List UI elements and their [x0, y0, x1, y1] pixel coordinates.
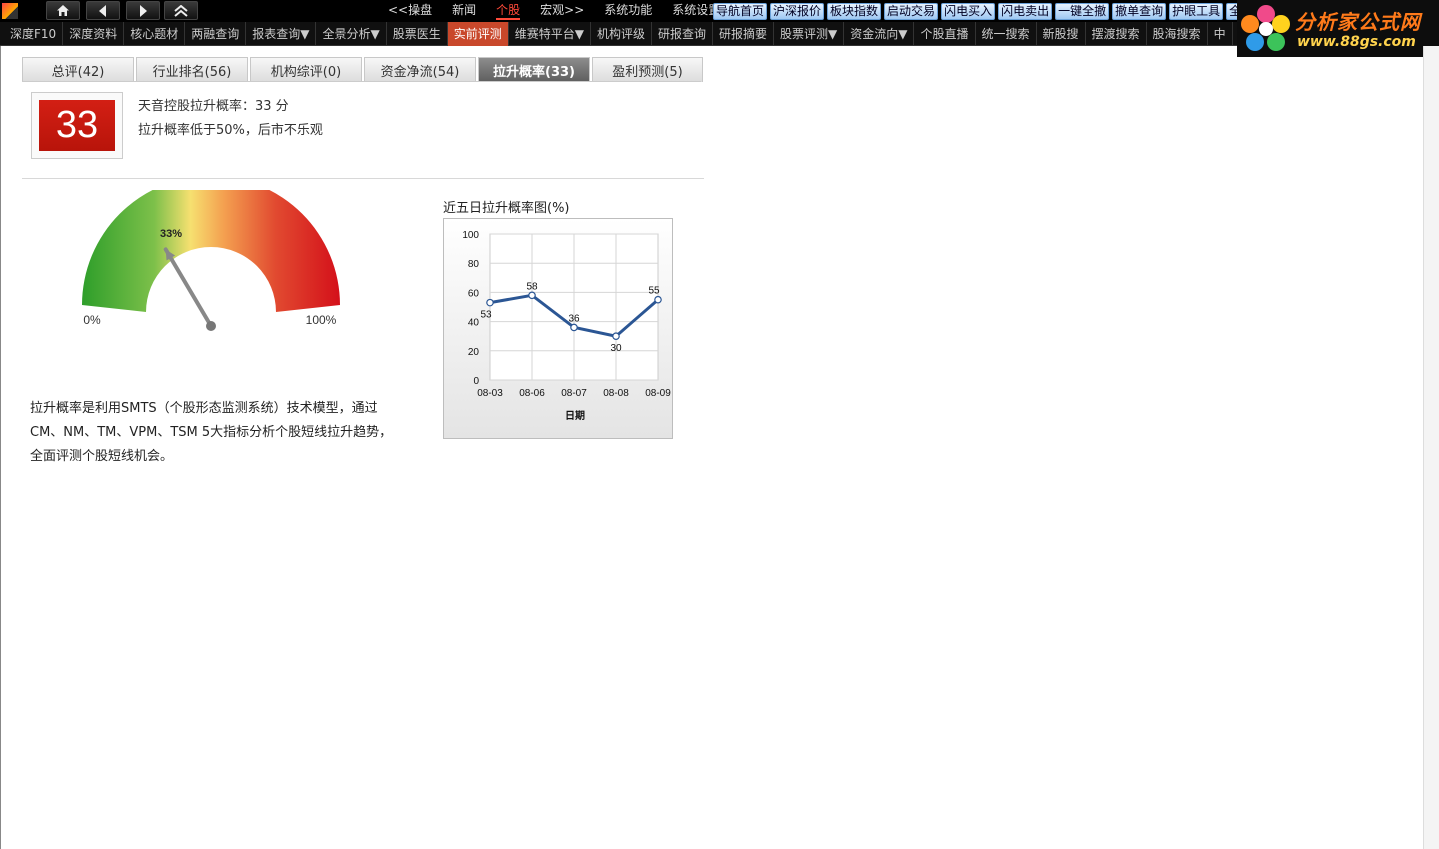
gauge-value-label: 33% [160, 228, 182, 240]
sec-menu-item[interactable]: 全景分析▼ [316, 22, 387, 46]
forward-arrow-icon[interactable] [126, 1, 160, 20]
data-label: 36 [568, 313, 580, 324]
sec-menu-item[interactable]: 研报摘要 [713, 22, 775, 46]
data-point [612, 332, 620, 341]
gauge-min-label: 0% [83, 313, 101, 327]
data-label: 58 [526, 281, 538, 292]
sec-menu-item[interactable]: 研报查询 [652, 22, 713, 46]
tab-overall[interactable]: 总评(42) [22, 57, 134, 82]
flower-logo-icon [1241, 5, 1290, 51]
y-tick-label: 80 [468, 259, 480, 270]
secondary-menu: 深度F10 深度资料 核心题材 两融查询 报表查询▼ 全景分析▼ 股票医生 实前… [4, 22, 1233, 46]
gauge-hub [206, 321, 216, 331]
sec-menu-item[interactable]: 股海搜索 [1147, 22, 1208, 46]
top-menu-item-macro[interactable]: 宏观>> [530, 2, 594, 20]
sec-menu-item[interactable]: 摆渡搜索 [1086, 22, 1147, 46]
x-tick-label: 08-07 [561, 388, 587, 399]
cancel-all-button[interactable]: 一键全撤 [1055, 3, 1110, 20]
order-query-button[interactable]: 撤单查询 [1112, 3, 1167, 20]
data-label: 30 [610, 343, 622, 354]
top-menu-item-news[interactable]: 新闻 [442, 2, 486, 20]
gauge-needle [163, 247, 213, 328]
brand-url: www.88gs.com [1297, 34, 1416, 50]
gauge-max-label: 100% [306, 313, 337, 327]
collapse-up-icon[interactable] [164, 1, 198, 20]
top-menu-item-caopan[interactable]: <<操盘 [378, 2, 442, 20]
score-summary: 天音控股拉升概率：33 分 [138, 99, 289, 114]
x-tick-label: 08-03 [477, 388, 503, 399]
score-verdict: 拉升概率低于50%，后市不乐观 [138, 123, 323, 138]
data-label: 53 [480, 310, 492, 321]
probability-gauge: 33% 0% 100% [82, 190, 340, 331]
sec-menu-item[interactable]: 核心题材 [124, 22, 186, 46]
sec-menu-item[interactable]: 个股直播 [914, 22, 976, 46]
section-divider [22, 178, 704, 179]
top-menu-item-stock[interactable]: 个股 [486, 2, 530, 20]
tab-net-capital-flow[interactable]: 资金净流(54) [364, 57, 476, 82]
sec-menu-item[interactable]: 资金流向▼ [844, 22, 915, 46]
top-menu: <<操盘 新闻 个股 宏观>> 系统功能 系统设置 [378, 2, 730, 20]
sec-menu-item[interactable]: 中 [1208, 22, 1233, 46]
tab-institution-rating[interactable]: 机构综评(0) [250, 57, 362, 82]
score-value: 33 [39, 100, 115, 151]
sec-menu-item[interactable]: 股票评测▼ [774, 22, 845, 46]
brand-name: 分析家公式网 [1295, 10, 1421, 34]
x-tick-label: 08-06 [519, 388, 545, 399]
data-label: 55 [648, 286, 660, 297]
sec-menu-item[interactable]: 机构评级 [591, 22, 652, 46]
score-box: 33 [31, 92, 123, 159]
data-point [528, 291, 536, 300]
y-tick-label: 20 [468, 347, 480, 358]
sec-menu-item[interactable]: 股票医生 [387, 22, 448, 46]
start-trading-button[interactable]: 启动交易 [884, 3, 939, 20]
tab-industry-rank[interactable]: 行业排名(56) [136, 57, 248, 82]
y-tick-label: 40 [468, 318, 480, 329]
left-border [0, 46, 1, 849]
flash-buy-button[interactable]: 闪电买入 [941, 3, 996, 20]
sec-menu-item[interactable]: 深度F10 [4, 22, 64, 46]
y-tick-label: 60 [468, 288, 480, 299]
home-icon[interactable] [46, 1, 80, 20]
flash-sell-button[interactable]: 闪电卖出 [998, 3, 1053, 20]
eye-care-button[interactable]: 护眼工具 [1169, 3, 1224, 20]
sec-menu-item[interactable]: 维赛特平台▼ [509, 22, 591, 46]
tab-underline [22, 81, 701, 82]
sec-menu-item[interactable]: 两融查询 [185, 22, 247, 46]
vertical-scrollbar[interactable] [1423, 46, 1439, 849]
gauge-arc [82, 190, 340, 312]
sector-index-button[interactable]: 板块指数 [827, 3, 882, 20]
y-tick-label: 0 [473, 376, 479, 387]
line-chart-svg: 0 20 40 60 80 100 08-03 08-06 08-07 08-08 08-09 53 5… [462, 230, 671, 422]
sec-menu-item[interactable]: 深度资料 [63, 22, 125, 46]
x-axis-title: 日期 [565, 409, 585, 422]
data-point [486, 298, 494, 307]
sec-menu-item[interactable]: 统一搜索 [976, 22, 1037, 46]
tab-earnings-forecast[interactable]: 盈利预测(5) [592, 57, 703, 82]
top-toolbar: <<操盘 新闻 个股 宏观>> 系统功能 系统设置 导航首页 沪深报价 板块指数… [0, 0, 1439, 22]
five-day-chart: 0 20 40 60 80 100 08-03 08-06 08-07 08-08 08-09 53 5… [443, 218, 673, 439]
data-point [654, 295, 662, 304]
chart-title: 近五日拉升概率图(%) [443, 201, 570, 216]
sec-menu-item-active[interactable]: 实前评测 [447, 22, 509, 46]
data-point [570, 323, 578, 332]
tab-rise-probability[interactable]: 拉升概率(33) [478, 57, 590, 82]
app-logo-icon[interactable] [2, 3, 18, 19]
back-arrow-icon[interactable] [86, 1, 120, 20]
x-tick-label: 08-08 [603, 388, 629, 399]
secondary-toolbar: 深度F10 深度资料 核心题材 两融查询 报表查询▼ 全景分析▼ 股票医生 实前… [0, 22, 1439, 46]
quick-buttons: 导航首页 沪深报价 板块指数 启动交易 闪电买入 闪电卖出 一键全撤 撤单查询 … [713, 3, 1245, 20]
y-tick-label: 100 [462, 230, 479, 241]
tab-bar: 总评(42) 行业排名(56) 机构综评(0) 资金净流(54) 拉升概率(33… [22, 57, 705, 82]
x-tick-label: 08-09 [645, 388, 671, 399]
brand-watermark: 分析家公式网 www.88gs.com [1237, 0, 1439, 57]
sec-menu-item[interactable]: 报表查询▼ [246, 22, 317, 46]
top-menu-item-system-functions[interactable]: 系统功能 [594, 2, 662, 20]
model-description: 拉升概率是利用SMTS（个股形态监测系统）技术模型，通过CM、NM、TM、VPM… [30, 401, 393, 464]
quotes-button[interactable]: 沪深报价 [770, 3, 825, 20]
nav-home-button[interactable]: 导航首页 [713, 3, 768, 20]
sec-menu-item[interactable]: 新股搜 [1037, 22, 1086, 46]
